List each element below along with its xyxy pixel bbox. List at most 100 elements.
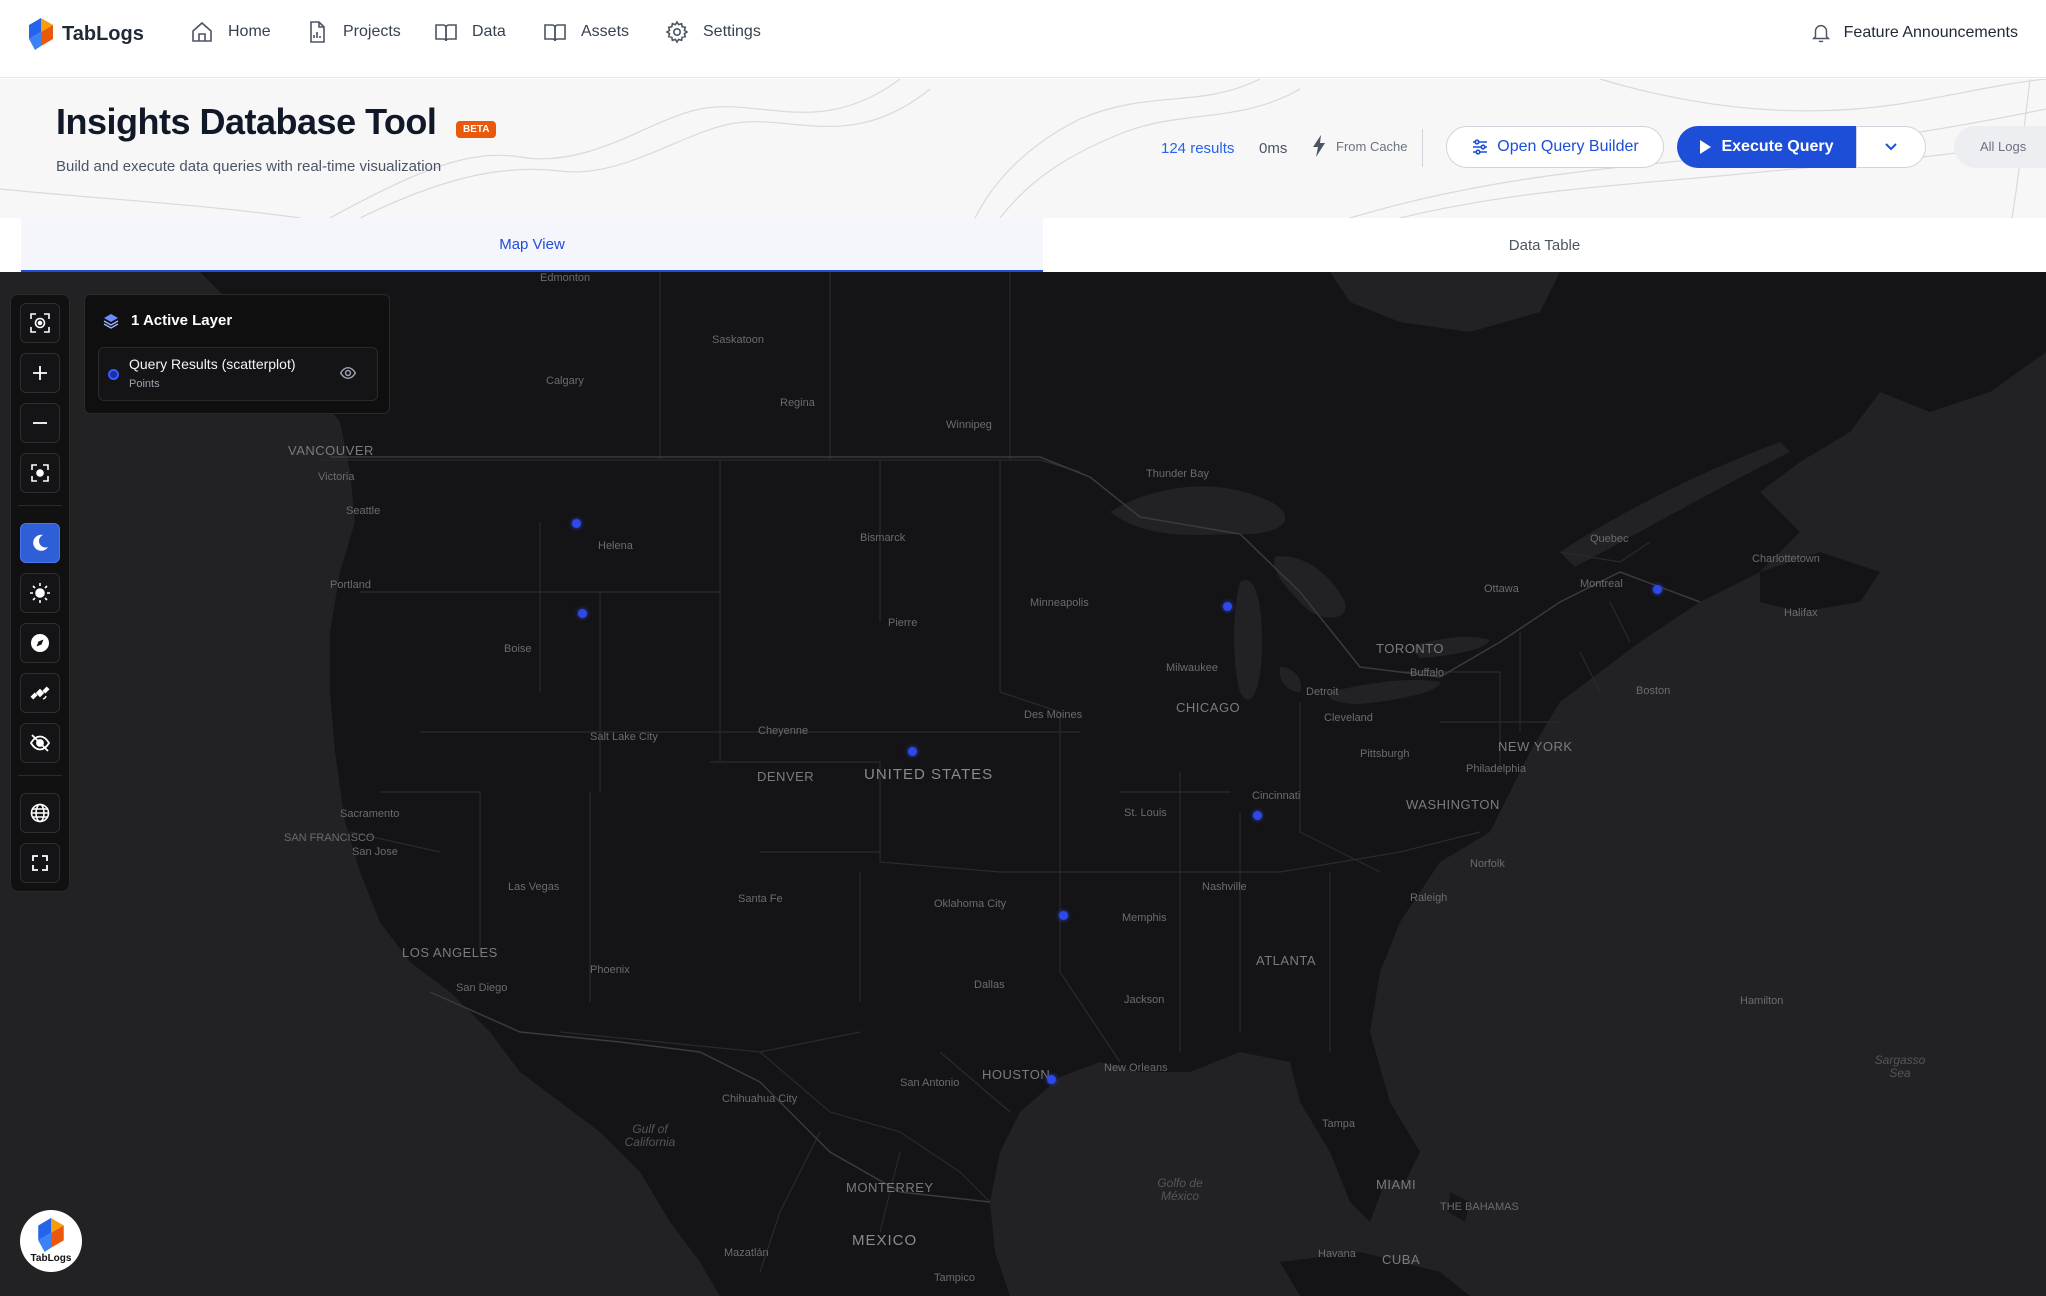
globe-icon	[30, 803, 50, 823]
satellite-button[interactable]	[20, 673, 60, 713]
tablogs-logo-icon	[38, 1218, 64, 1252]
map-label: Bismarck	[860, 532, 906, 544]
map-point[interactable]	[1222, 601, 1232, 611]
page-title: Insights Database Tool	[56, 101, 437, 142]
map-label: San Diego	[456, 982, 508, 994]
locate-button[interactable]	[20, 303, 60, 343]
map-label: WASHINGTON	[1406, 797, 1500, 812]
hide-icon	[29, 734, 51, 752]
dark-mode-icon	[33, 534, 48, 551]
basemap	[0, 272, 2046, 1296]
execute-query-button[interactable]: Execute Query	[1677, 126, 1856, 168]
zoom-out-button[interactable]	[20, 403, 60, 443]
nav-data-label: Data	[472, 23, 506, 40]
satellite-icon	[30, 686, 50, 700]
layer-type: Points	[129, 378, 160, 390]
map-label: Chihuahua City	[722, 1093, 798, 1105]
map-label: Cheyenne	[758, 725, 809, 737]
map-label: Regina	[780, 397, 815, 409]
map-label: VANCOUVER	[288, 443, 374, 458]
divider	[1422, 129, 1423, 167]
results-count: 124 results	[1161, 140, 1235, 157]
map-label: Santa Fe	[738, 893, 783, 905]
map-label: DENVER	[757, 769, 815, 784]
cache-label: From Cache	[1336, 138, 1408, 154]
zoom-out-icon	[33, 422, 47, 424]
nav-projects-label: Projects	[343, 23, 401, 40]
map-label: Boston	[1636, 685, 1671, 697]
map-label: Boise	[504, 643, 532, 655]
zoom-in-icon	[33, 366, 47, 380]
hide-button[interactable]	[20, 723, 60, 763]
dark-mode-button[interactable]	[20, 523, 60, 563]
globe-button[interactable]	[20, 793, 60, 833]
map-point[interactable]	[571, 518, 581, 528]
chevron-down-icon	[1885, 143, 1897, 151]
feature-announcements-button[interactable]: Feature Announcements	[1810, 22, 2018, 44]
map-point[interactable]	[1252, 811, 1262, 821]
map-label: Tampico	[934, 1272, 975, 1284]
beta-badge: BETA	[456, 121, 497, 138]
nav-assets[interactable]: Assets	[543, 20, 629, 44]
zoom-in-button[interactable]	[20, 353, 60, 393]
eye-icon[interactable]	[339, 364, 357, 382]
home-icon	[192, 21, 212, 42]
all-logs-button[interactable]: All Logs	[1954, 126, 2046, 168]
gear-icon	[665, 20, 689, 44]
nav-projects[interactable]: Projects	[305, 20, 401, 44]
brand[interactable]: TabLogs	[28, 18, 144, 50]
tablogs-logo-icon	[29, 18, 53, 50]
layer-name: Query Results (scatterplot)	[129, 356, 296, 372]
map-label: St. Louis	[1124, 807, 1167, 819]
layer-item[interactable]: Query Results (scatterplot) Points	[98, 347, 378, 401]
map-label: Jackson	[1124, 994, 1165, 1006]
nav-settings-label: Settings	[703, 23, 761, 40]
light-mode-button[interactable]	[20, 573, 60, 613]
map-label: MIAMI	[1376, 1177, 1417, 1192]
compass-button[interactable]	[20, 623, 60, 663]
map-label: Charlottetown	[1752, 553, 1820, 565]
map-label: Seattle	[346, 505, 381, 517]
map-label: Havana	[1318, 1248, 1356, 1260]
view-tabs: Map View Data Table	[21, 218, 2046, 272]
map-label: Philadelphia	[1466, 763, 1526, 775]
toolbar-divider	[18, 775, 62, 783]
lightning-icon	[1313, 135, 1325, 157]
map-label: Pittsburgh	[1360, 748, 1410, 760]
sliders-icon	[1473, 139, 1488, 155]
focus-button[interactable]	[20, 453, 60, 493]
map-label: Halifax	[1784, 607, 1818, 619]
nav-data[interactable]: Data	[434, 20, 506, 44]
execute-options-dropdown[interactable]	[1856, 126, 1926, 168]
map-point[interactable]	[1058, 911, 1068, 921]
map-canvas[interactable]: Edmonton Saskatoon Calgary Regina Winnip…	[0, 272, 2046, 1296]
country-label: UNITED STATES	[864, 766, 994, 783]
map-label: Calgary	[546, 375, 584, 387]
layer-panel-header[interactable]: 1 Active Layer	[103, 312, 232, 329]
nav-settings[interactable]: Settings	[665, 20, 761, 44]
toolbar-divider	[18, 505, 62, 513]
fullscreen-button[interactable]	[20, 843, 60, 883]
map-label: SAN FRANCISCO	[284, 832, 375, 844]
tablogs-logo-bubble[interactable]: TabLogs	[20, 1210, 82, 1272]
map-label: Quebec	[1590, 533, 1629, 545]
tab-map-view[interactable]: Map View	[21, 218, 1043, 272]
water-label: Gulf of California	[624, 1122, 676, 1149]
map-label: CUBA	[1382, 1252, 1421, 1267]
map-label: Nashville	[1202, 881, 1247, 893]
play-icon	[1700, 140, 1712, 154]
map-label: Buffalo	[1410, 667, 1445, 679]
map-label: Milwaukee	[1166, 662, 1218, 674]
map-label: Tampa	[1322, 1118, 1356, 1130]
map-label: Dallas	[974, 979, 1005, 991]
book-open-icon	[435, 24, 457, 42]
map-label: Cincinnati	[1252, 790, 1301, 802]
locate-icon	[30, 313, 50, 333]
file-chart-icon	[310, 21, 325, 43]
tab-data-table[interactable]: Data Table	[1043, 218, 2046, 272]
map-label: Helena	[598, 540, 633, 552]
nav-home[interactable]: Home	[190, 20, 271, 44]
brand-name: TabLogs	[62, 22, 144, 45]
map-label: Portland	[330, 579, 371, 591]
open-query-builder-button[interactable]: Open Query Builder	[1446, 126, 1664, 168]
